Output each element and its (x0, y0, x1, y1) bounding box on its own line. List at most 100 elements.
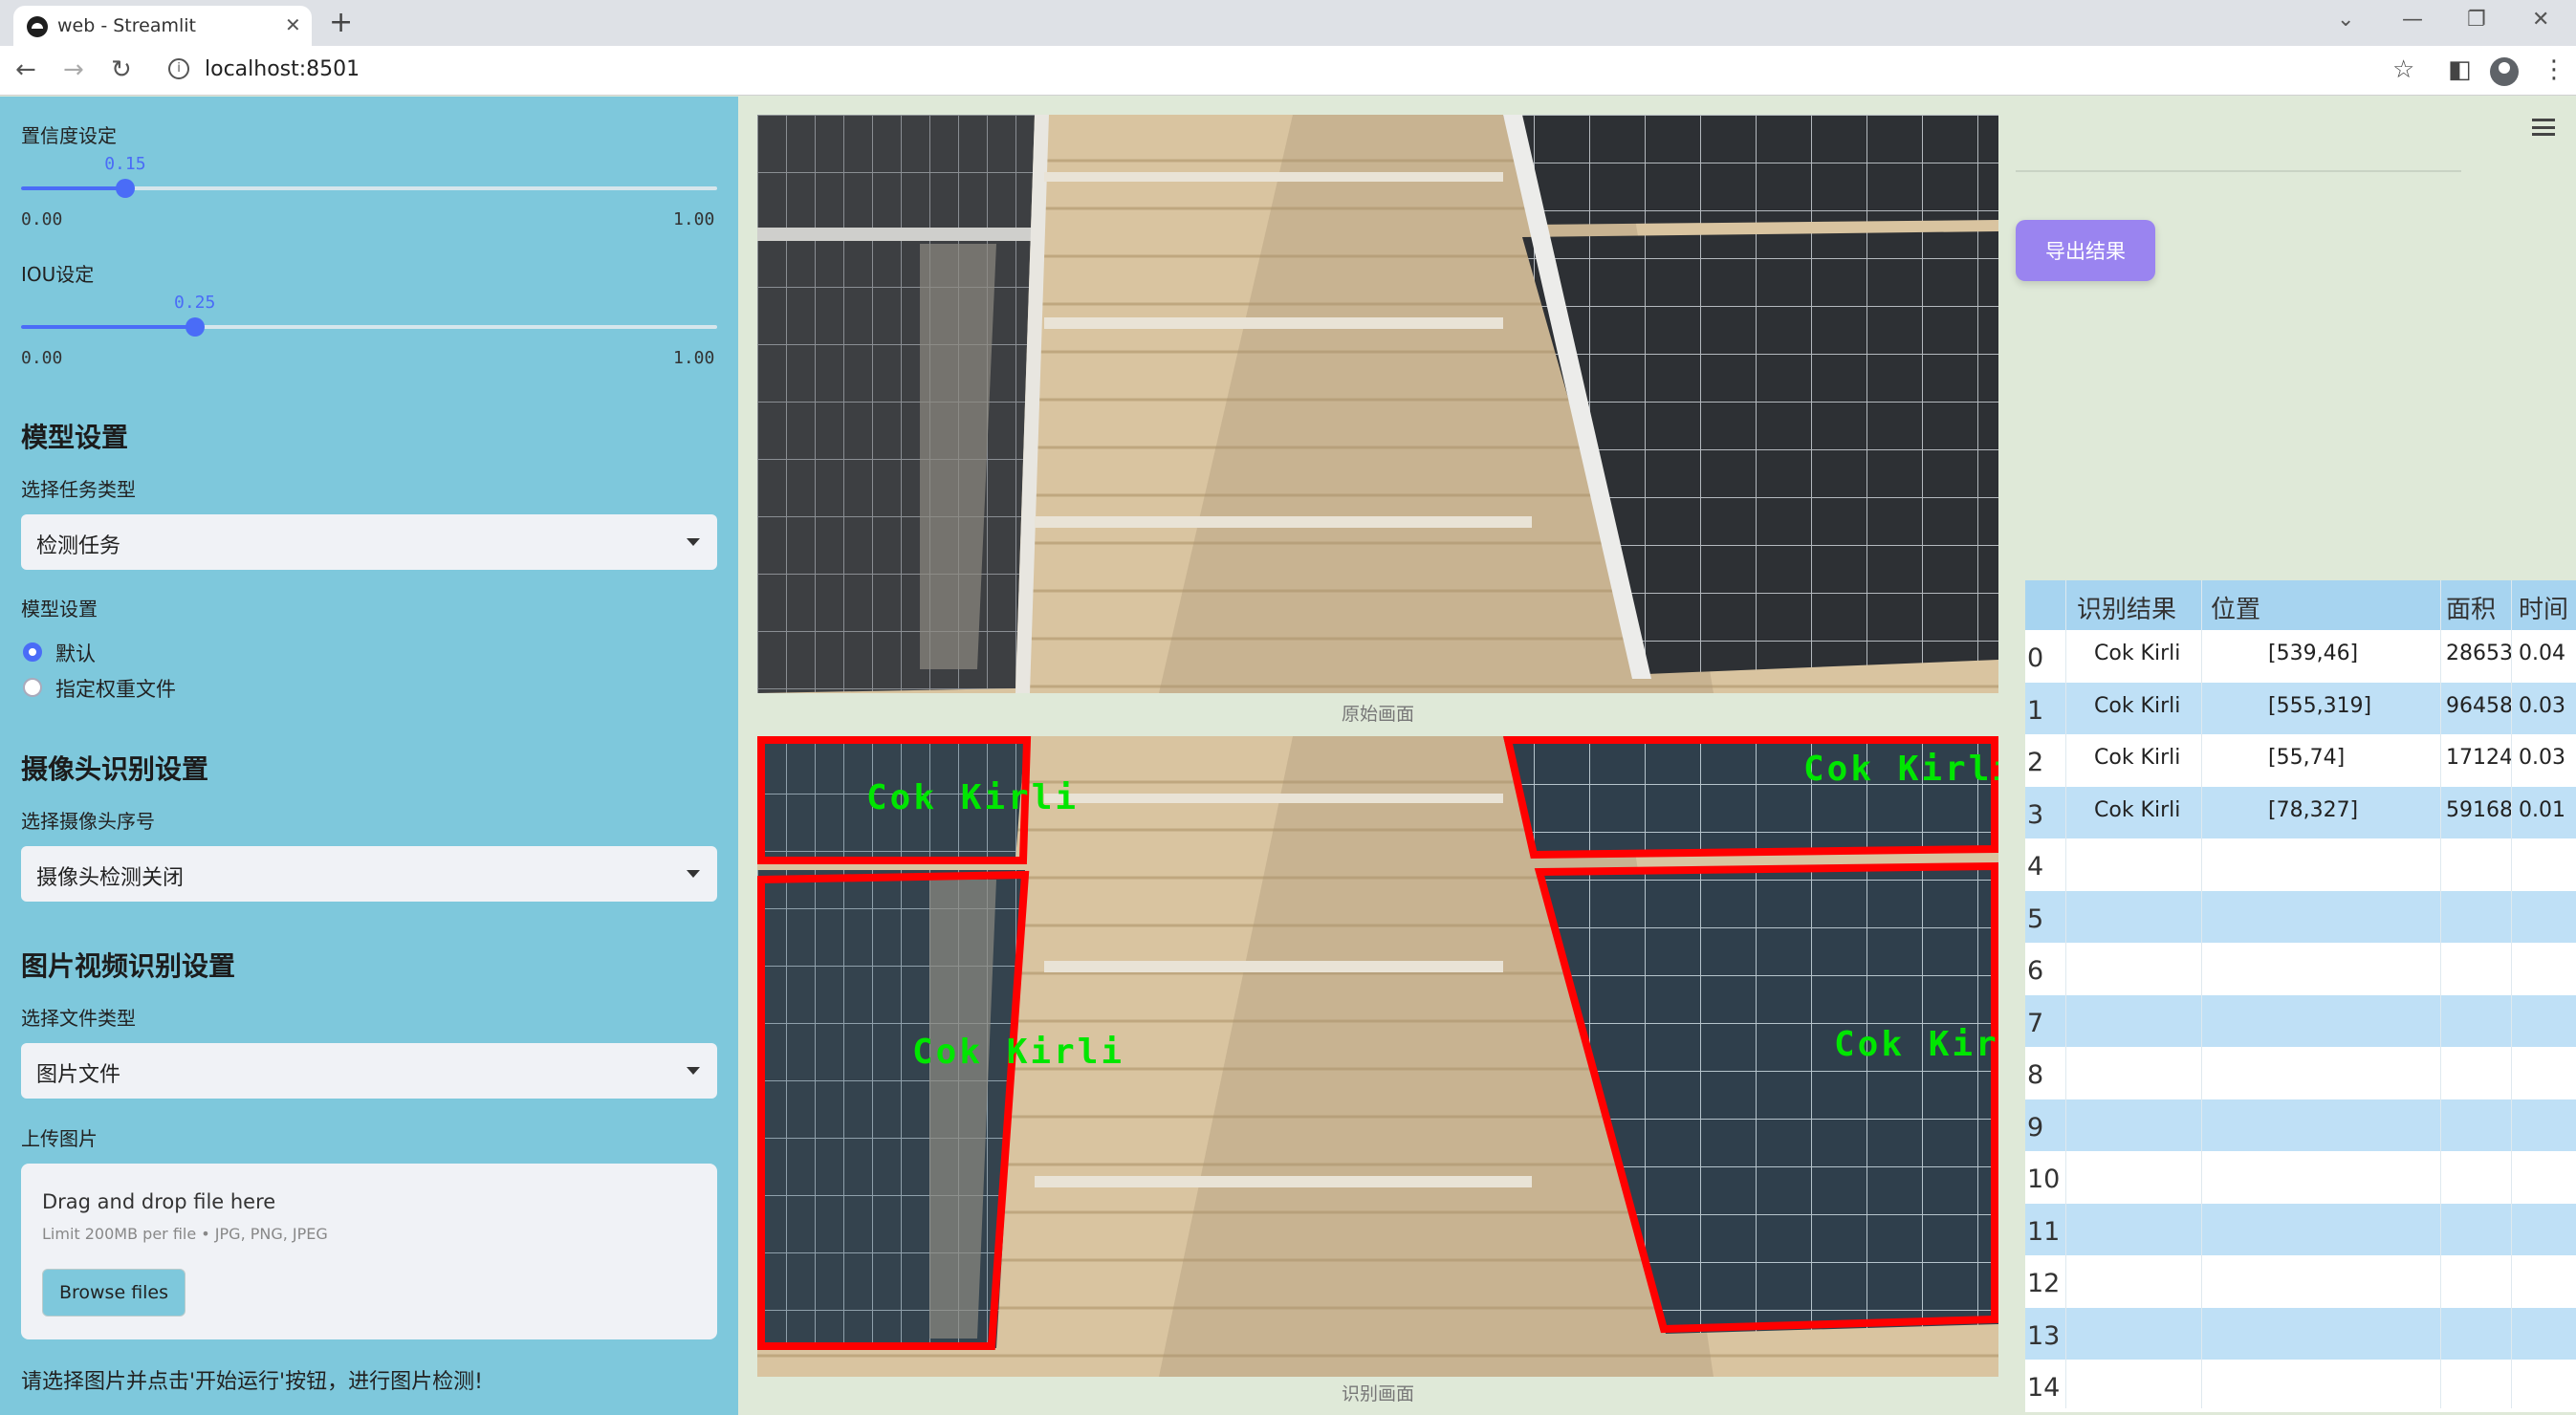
table-row[interactable]: 7 (2025, 994, 2576, 1048)
profile-avatar-icon[interactable] (2490, 57, 2519, 86)
cell-area: 28653 (2446, 642, 2513, 665)
camera-select[interactable]: 摄像头检测关闭 (21, 846, 717, 902)
cell-result: Cok Kirli (2094, 693, 2181, 718)
camera-section-title: 摄像头识别设置 (21, 753, 209, 785)
row-index: 3 (2027, 799, 2044, 830)
cell-position: [539,46] (2268, 642, 2359, 665)
detection-label-3: Cok Kirli (1803, 750, 1998, 789)
confidence-max: 1.00 (673, 209, 715, 229)
table-row[interactable]: 2 Cok Kirli [55,74] 17124 0.03 (2025, 734, 2576, 787)
url-field[interactable]: localhost:8501 (205, 57, 360, 81)
cell-time: 0.03 (2519, 693, 2565, 718)
chevron-down-icon (687, 1067, 700, 1075)
camera-label: 选择摄像头序号 (21, 810, 155, 833)
divider (2016, 170, 2461, 172)
model-option-label: 指定权重文件 (55, 678, 176, 701)
cell-time: 0.01 (2519, 797, 2565, 822)
cell-area: 96458 (2446, 693, 2513, 718)
table-row[interactable]: 5 (2025, 890, 2576, 944)
detection-label-1: Cok Kirli (866, 778, 1080, 817)
detection-label-4: Cok Kirli (1834, 1025, 1998, 1064)
cell-result: Cok Kirli (2094, 642, 2181, 665)
row-index: 1 (2027, 695, 2044, 726)
minimize-icon[interactable]: — (2402, 8, 2423, 32)
site-info-icon[interactable]: i (168, 58, 189, 79)
table-row[interactable]: 3 Cok Kirli [78,327] 59168 0.01 (2025, 786, 2576, 839)
cell-time: 0.03 (2519, 746, 2565, 770)
row-index: 14 (2027, 1373, 2061, 1403)
table-row[interactable]: 9 (2025, 1099, 2576, 1152)
file-type-label: 选择文件类型 (21, 1007, 136, 1030)
row-index: 5 (2027, 903, 2044, 934)
row-index: 10 (2027, 1165, 2061, 1194)
confidence-label: 置信度设定 (21, 124, 117, 147)
row-index: 7 (2027, 1008, 2044, 1038)
restore-icon[interactable]: ❐ (2467, 8, 2486, 32)
model-section-title: 模型设置 (21, 422, 129, 453)
cell-time: 0.04 (2519, 642, 2565, 665)
task-type-select[interactable]: 检测任务 (21, 514, 717, 570)
table-row[interactable]: 4 (2025, 838, 2576, 891)
cell-result: Cok Kirli (2094, 797, 2181, 822)
bookmark-star-icon[interactable]: ☆ (2392, 55, 2414, 84)
table-row[interactable]: 0 Cok Kirli [539,46] 28653 0.04 (2025, 630, 2576, 683)
iou-slider-fill (21, 325, 195, 329)
browse-files-button[interactable]: Browse files (42, 1269, 186, 1317)
hamburger-menu-icon[interactable] (2532, 119, 2555, 136)
row-index: 12 (2027, 1269, 2061, 1298)
table-row[interactable]: 6 (2025, 943, 2576, 995)
confidence-value: 0.15 (104, 154, 146, 174)
file-uploader-dropzone[interactable]: Drag and drop file here Limit 200MB per … (21, 1164, 717, 1339)
column-header-time[interactable]: 时间 (2519, 590, 2568, 625)
table-row[interactable]: 1 Cok Kirli [555,319] 96458 0.03 (2025, 682, 2576, 735)
export-results-button[interactable]: 导出结果 (2016, 220, 2155, 281)
file-type-select[interactable]: 图片文件 (21, 1043, 717, 1099)
back-arrow-icon[interactable]: ← (15, 55, 36, 84)
close-window-icon[interactable]: ✕ (2532, 8, 2549, 32)
uploader-limit: Limit 200MB per file • JPG, PNG, JPEG (42, 1225, 328, 1243)
table-row[interactable]: 13 (2025, 1307, 2576, 1361)
confidence-slider-thumb[interactable] (116, 179, 136, 198)
column-header-position[interactable]: 位置 (2211, 590, 2260, 625)
column-divider (2065, 580, 2066, 1408)
address-bar: ← → ↻ i localhost:8501 ☆ ◧ ⋮ (0, 46, 2576, 96)
chevron-down-icon (687, 538, 700, 546)
camera-value: 摄像头检测关闭 (36, 866, 185, 890)
forward-arrow-icon[interactable]: → (63, 55, 84, 84)
reload-icon[interactable]: ↻ (111, 55, 132, 84)
iou-slider-thumb[interactable] (186, 317, 205, 337)
table-row[interactable]: 14 (2025, 1360, 2576, 1412)
confidence-slider[interactable] (21, 179, 717, 198)
column-header-result[interactable]: 识别结果 (2077, 590, 2176, 625)
browser-tabbar: web - Streamlit ✕ + ⌄ — ❐ ✕ (0, 0, 2576, 46)
radio-selected-icon[interactable] (23, 642, 42, 662)
confidence-slider-fill (21, 186, 126, 190)
cell-area: 17124 (2446, 746, 2513, 770)
browser-tab[interactable]: web - Streamlit ✕ (13, 6, 312, 46)
detection-label-2: Cok Kirli (912, 1033, 1125, 1072)
table-row[interactable]: 12 (2025, 1255, 2576, 1308)
table-row[interactable]: 10 (2025, 1151, 2576, 1204)
tab-close-icon[interactable]: ✕ (285, 13, 301, 36)
task-type-value: 检测任务 (36, 534, 121, 558)
new-tab-icon[interactable]: + (329, 6, 353, 39)
result-image: Cok Kirli Cok Kirli Cok Kirli Cok Kirli (757, 736, 1998, 1377)
column-header-area[interactable]: 面积 (2446, 590, 2496, 625)
iou-slider[interactable] (21, 317, 717, 337)
side-panel-icon[interactable]: ◧ (2448, 55, 2472, 84)
column-divider (2511, 580, 2512, 1408)
radio-unselected-icon[interactable] (23, 678, 42, 697)
browser-menu-icon[interactable]: ⋮ (2542, 55, 2566, 84)
row-index: 11 (2027, 1216, 2061, 1247)
column-divider (2440, 580, 2441, 1408)
tab-search-chevron-icon[interactable]: ⌄ (2337, 8, 2354, 32)
table-row[interactable]: 8 (2025, 1047, 2576, 1099)
upload-label: 上传图片 (21, 1127, 98, 1150)
model-option-label: 默认 (55, 642, 96, 665)
table-row[interactable]: 11 (2025, 1203, 2576, 1256)
iou-min: 0.00 (21, 348, 63, 368)
result-caption: 识别画面 (1341, 1383, 1414, 1404)
row-index: 2 (2027, 748, 2044, 777)
row-index: 9 (2027, 1112, 2044, 1143)
cell-position: [555,319] (2268, 693, 2372, 718)
